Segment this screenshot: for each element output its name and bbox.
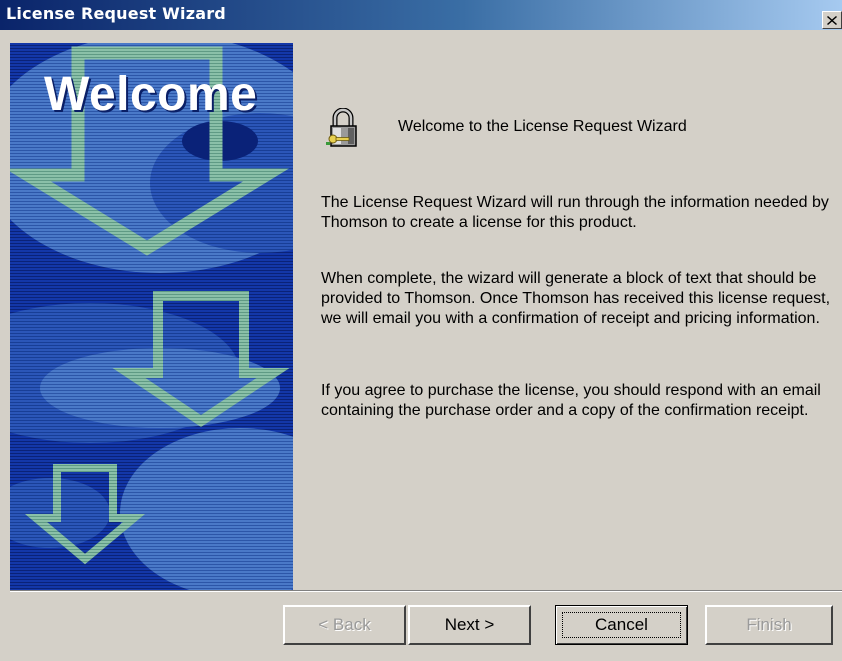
wizard-side-banner: Welcome bbox=[10, 43, 293, 590]
footer-separator bbox=[10, 590, 842, 592]
window-title: License Request Wizard bbox=[6, 4, 226, 23]
wizard-content: Welcome to the License Request Wizard Th… bbox=[293, 43, 842, 590]
license-request-wizard-window: License Request Wizard Welcome Welcome t… bbox=[0, 0, 842, 661]
close-icon bbox=[827, 15, 837, 25]
cancel-button[interactable]: Cancel bbox=[555, 605, 688, 645]
finish-button[interactable]: Finish bbox=[705, 605, 833, 645]
lock-key-icon bbox=[326, 108, 357, 147]
intro-paragraph: The License Request Wizard will run thro… bbox=[321, 194, 829, 231]
focus-rectangle bbox=[562, 612, 681, 638]
completion-paragraph: When complete, the wizard will generate … bbox=[321, 270, 831, 327]
welcome-banner-text: Welcome bbox=[44, 68, 258, 121]
next-button[interactable]: Next > bbox=[408, 605, 531, 645]
back-button[interactable]: < Back bbox=[283, 605, 406, 645]
banner-artwork bbox=[10, 43, 293, 590]
purchase-paragraph: If you agree to purchase the license, yo… bbox=[321, 382, 821, 419]
title-bar[interactable]: License Request Wizard bbox=[0, 0, 842, 30]
close-button[interactable] bbox=[822, 11, 842, 29]
wizard-heading: Welcome to the License Request Wizard bbox=[398, 118, 687, 135]
